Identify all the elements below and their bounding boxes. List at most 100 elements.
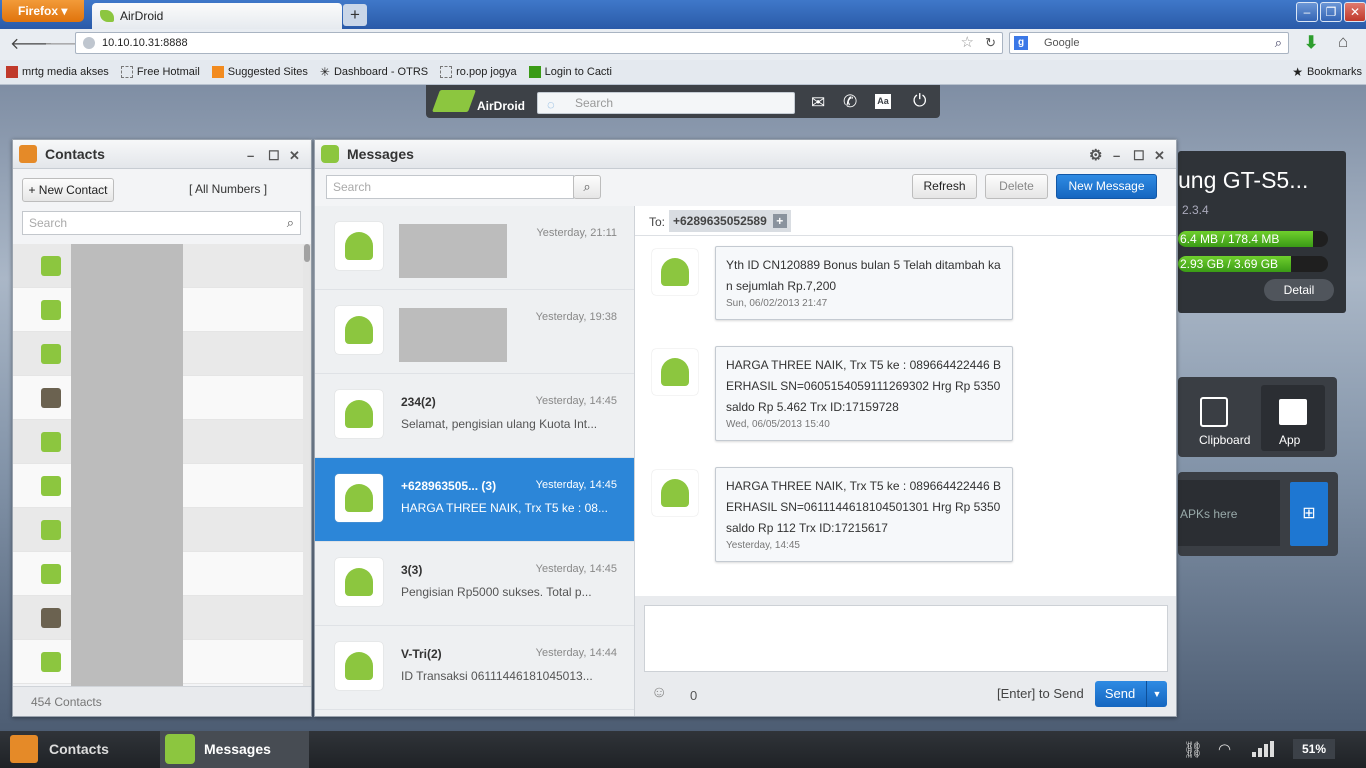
bookmark-label: ro.pop jogya (456, 66, 517, 78)
wifi-icon: ◠ (1218, 741, 1232, 758)
message-thread[interactable]: 3(3) Pengisian Rp5000 sukses. Total p... Y… (315, 542, 634, 626)
new-message-button[interactable]: New Message (1056, 174, 1157, 199)
new-message-icon[interactable]: ✉ (811, 93, 825, 113)
bookmark-suggested-sites[interactable]: Suggested Sites (211, 66, 308, 78)
close-window-button[interactable]: ✕ (1344, 2, 1366, 22)
url-bar[interactable]: 10.10.10.31:8888 ☆ ↻ (75, 32, 1003, 54)
search-icon[interactable]: ⌕ (1275, 33, 1282, 53)
all-numbers-filter[interactable]: [ All Numbers ] (189, 182, 267, 196)
detail-button[interactable]: Detail (1264, 279, 1334, 301)
bookmarks-toolbar: mrtg media akses Free Hotmail Suggested … (0, 60, 1366, 85)
contact-photo-icon (41, 608, 61, 628)
ram-usage: 6.4 MB / 178.4 MB (1180, 232, 1280, 246)
send-button[interactable]: Send (1095, 681, 1145, 707)
taskbar-messages[interactable]: Messages (160, 731, 309, 768)
message-bubble: HARGA THREE NAIK, Trx T5 ke : 0896644224… (715, 346, 1013, 441)
delete-button[interactable]: Delete (985, 174, 1048, 199)
messages-header: Messages (315, 140, 1176, 169)
taskbar-contacts[interactable]: Contacts (10, 735, 153, 763)
bookmark-otrs[interactable]: ✳ Dashboard - OTRS (320, 65, 428, 79)
message-text: HARGA THREE NAIK, Trx T5 ke : 0896644224… (726, 479, 1002, 535)
bookmarks-menu[interactable]: ★ Bookmarks (1292, 65, 1362, 79)
browser-tab[interactable]: AirDroid (92, 3, 342, 29)
refresh-button[interactable]: Refresh (912, 174, 977, 199)
new-contact-button[interactable]: + New Contact (22, 178, 114, 202)
messages-icon (165, 734, 195, 764)
message-bubble: Yth ID CN120889 Bonus bulan 5 Telah dita… (715, 246, 1013, 320)
message-date: Sun, 06/02/2013 21:47 (726, 298, 828, 309)
to-label: To: (649, 215, 666, 229)
restore-window-button[interactable]: ❐ (1320, 2, 1342, 22)
app-box-icon (1279, 399, 1307, 425)
send-options-chevron-icon[interactable]: ▼ (1146, 681, 1167, 707)
web-search-input[interactable]: g Google ⌕ (1009, 32, 1289, 54)
minimize-icon[interactable]: – (247, 148, 254, 163)
android-avatar-icon (335, 390, 383, 438)
messages-app-icon (321, 145, 339, 163)
bookmark-icon (120, 66, 133, 78)
recipient-number: +6289635052589 (673, 214, 767, 228)
thread-time: Yesterday, 21:11 (536, 227, 617, 239)
bookmark-star-icon[interactable]: ☆ (961, 33, 974, 53)
android-avatar-icon (335, 642, 383, 690)
gear-icon[interactable]: ⚙ (1089, 146, 1102, 164)
message-bubble: HARGA THREE NAIK, Trx T5 ke : 0896644224… (715, 467, 1013, 562)
maximize-icon[interactable]: ☐ (1133, 148, 1145, 164)
message-thread[interactable]: Yesterday, 19:38 (315, 290, 634, 374)
bookmark-hotmail[interactable]: Free Hotmail (120, 66, 200, 78)
airdroid-search-input[interactable]: ◌ Search (537, 92, 795, 114)
send-button-group: Send ▼ (1095, 681, 1167, 707)
thread-time: Yesterday, 14:45 (535, 479, 617, 491)
message-thread[interactable]: Yesterday, 21:11 (315, 206, 634, 290)
minimize-window-button[interactable]: – (1296, 2, 1318, 22)
android-avatar-icon (41, 476, 61, 496)
google-icon: g (1014, 36, 1028, 50)
apk-drop-zone[interactable]: APKs here ⊞ (1178, 472, 1338, 556)
font-size-icon[interactable]: Aa (875, 94, 891, 109)
taskbar-messages-label: Messages (204, 741, 271, 757)
android-avatar-icon (652, 249, 698, 295)
message-compose-input[interactable] (644, 605, 1168, 672)
contacts-scrollbar[interactable] (303, 244, 311, 686)
bookmark-cacti[interactable]: Login to Cacti (528, 66, 612, 78)
minimize-icon[interactable]: – (1113, 148, 1120, 163)
bookmark-label: Suggested Sites (227, 66, 308, 78)
downloads-icon[interactable]: ⬇ (1304, 33, 1318, 53)
add-recipient-icon[interactable]: + (772, 214, 787, 228)
close-icon[interactable]: ✕ (289, 148, 300, 164)
app-tool[interactable]: App (1261, 385, 1325, 451)
new-tab-button[interactable]: + (343, 4, 367, 26)
bookmark-ropop[interactable]: ro.pop jogya (440, 66, 517, 78)
reload-icon[interactable]: ↻ (985, 33, 996, 53)
bookmark-label: Dashboard - OTRS (333, 66, 429, 78)
power-icon[interactable]: ⏻ (913, 91, 926, 111)
contacts-icon (10, 735, 38, 763)
home-icon[interactable]: ⌂ (1338, 32, 1348, 52)
emoji-icon[interactable]: ☺ (651, 684, 667, 702)
message-thread[interactable]: +628963505... (3) HARGA THREE NAIK, Trx T… (315, 458, 634, 542)
firefox-menu-button[interactable]: Firefox ▾ (2, 0, 84, 22)
bookmark-mrtg[interactable]: mrtg media akses (6, 66, 109, 78)
bookmarks-star-icon: ★ (1292, 65, 1303, 79)
messages-search-button[interactable]: ⌕ (573, 175, 601, 199)
char-counter: 0 (690, 688, 698, 703)
contacts-search-input[interactable]: Search ⌕ (22, 211, 301, 235)
tab-title: AirDroid (120, 9, 164, 23)
clipboard-label[interactable]: Clipboard (1199, 433, 1250, 447)
android-avatar-icon (335, 222, 383, 270)
phone-icon[interactable]: ✆ (843, 92, 857, 112)
bookmark-icon (211, 66, 224, 78)
android-version: 2.3.4 (1182, 203, 1209, 217)
message-thread[interactable]: 234(2) Selamat, pengisian ulang Kuota Int… (315, 374, 634, 458)
clipboard-icon[interactable] (1200, 397, 1228, 427)
connection-icon: ⛓ (1183, 742, 1204, 759)
thread-preview: Selamat, pengisian ulang Kuota Int... (401, 417, 598, 431)
install-apk-icon[interactable]: ⊞ (1290, 482, 1328, 546)
recipient-chip[interactable]: +6289635052589 + (669, 210, 791, 232)
close-icon[interactable]: ✕ (1154, 148, 1165, 164)
message-thread[interactable]: V-Tri(2) ID Transaksi 06111446181045013..… (315, 626, 634, 710)
messages-search-input[interactable]: Search (326, 175, 574, 199)
message-date: Wed, 06/05/2013 15:40 (726, 419, 830, 430)
message-text: Yth ID CN120889 Bonus bulan 5 Telah dita… (726, 258, 1001, 293)
maximize-icon[interactable]: ☐ (268, 148, 280, 164)
